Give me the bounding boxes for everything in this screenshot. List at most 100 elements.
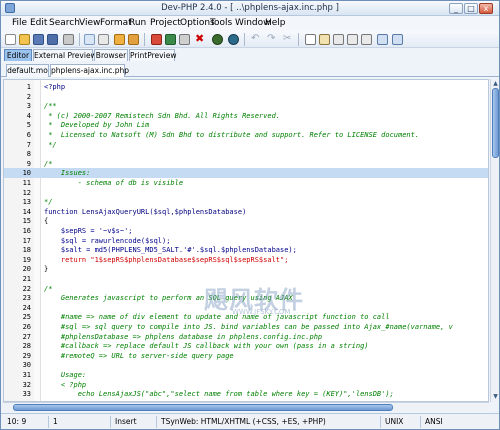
code-line[interactable]: 30	[4, 360, 488, 370]
code-line[interactable]: 11 - schema of db is visible	[4, 178, 488, 188]
toolbar-separator	[144, 33, 145, 46]
step-icon[interactable]	[228, 34, 239, 45]
menu-run[interactable]: Run	[129, 18, 146, 28]
code-line[interactable]: 1 <?php	[4, 82, 488, 92]
new-icon[interactable]	[5, 34, 16, 45]
code-line[interactable]: 27 #phplensDatabase => phplens database …	[4, 332, 488, 342]
title-bar: Dev-PHP 2.4.0 - [ ..\phplens-ajax.inc.ph…	[1, 1, 499, 16]
close-button[interactable]: x	[479, 3, 493, 14]
code-editor[interactable]: 1 <?php 2 3/** 4 * (c) 2000-2007 Remistech S…	[3, 79, 489, 402]
code-text: #callback => replace default JS callback…	[44, 342, 369, 351]
line-number: 33	[22, 390, 31, 399]
code-line[interactable]: 31 Usage:	[4, 370, 488, 380]
line-number: 16	[22, 227, 31, 235]
scroll-up-icon[interactable]: ▲	[491, 79, 499, 88]
find-next-icon[interactable]	[361, 34, 372, 45]
line-number: 7	[26, 140, 31, 149]
print-icon[interactable]	[63, 34, 74, 45]
code-text: #remoteQ => URL to server-side query pag…	[44, 351, 234, 360]
code-line[interactable]: 6 * Licensed to Natsoft (M) Sdn Bhd to d…	[4, 130, 488, 140]
code-line[interactable]: 3 /**	[4, 101, 488, 111]
horizontal-scroll-thumb[interactable]	[13, 404, 393, 411]
code-line[interactable]: 26 #sql => sql query to compile into JS.…	[4, 322, 488, 332]
goto-line-icon[interactable]	[377, 34, 388, 45]
stop-icon[interactable]: ✖	[195, 33, 206, 45]
code-line[interactable]: 18 $salt = md5(PHPLENS_MD5_SALT.'#'.$sql…	[4, 245, 488, 255]
code-line[interactable]: 7 */	[4, 140, 488, 150]
properties-icon[interactable]	[98, 34, 109, 45]
horizontal-scrollbar[interactable]	[3, 402, 489, 411]
code-text: Issues:	[44, 169, 91, 178]
undo-icon[interactable]: ↶	[251, 34, 262, 45]
run-icon[interactable]	[151, 34, 162, 45]
code-line[interactable]: 15 {	[4, 216, 488, 226]
debug-icon[interactable]	[165, 34, 176, 45]
line-number: 9	[26, 159, 31, 168]
bug-icon[interactable]	[212, 34, 223, 45]
vertical-scrollbar[interactable]: ▲ ▼	[490, 79, 499, 402]
code-line[interactable]: 8	[4, 149, 488, 159]
code-text: * (c) 2000-2007 Remistech Sdn Bhd. All R…	[44, 111, 281, 120]
menu-help[interactable]: Help	[265, 18, 286, 28]
tab-external-preview[interactable]: External Preview	[33, 49, 97, 61]
menu-project[interactable]: Project	[150, 18, 181, 28]
save-all-icon[interactable]	[47, 34, 58, 45]
maximize-button[interactable]: □	[464, 3, 478, 14]
close-file-icon[interactable]	[84, 34, 95, 45]
code-line[interactable]: 14 function LensAjaxQueryURL($sql,$phplen…	[4, 207, 488, 217]
menu-edit[interactable]: Edit	[30, 18, 47, 28]
line-number: 12	[22, 188, 31, 197]
tab-printpreview[interactable]: PrintPreview	[129, 49, 176, 61]
menu-search[interactable]: Search	[49, 18, 80, 28]
syntax-mode: TSynWeb: HTML/XHTML (+CSS, +ES, +PHP)	[157, 416, 381, 428]
file-tab-phplens-ajax[interactable]: phplens-ajax.inc.php	[50, 64, 129, 77]
cut-icon[interactable]: ✂	[283, 34, 294, 45]
copy-icon[interactable]	[305, 34, 316, 45]
code-line[interactable]: 2	[4, 92, 488, 102]
file-tab-default[interactable]: default.mo	[6, 64, 49, 77]
menu-view[interactable]: View	[79, 18, 100, 28]
code-text: - schema of db is visible	[44, 179, 184, 187]
scroll-down-icon[interactable]: ▼	[491, 392, 499, 401]
menu-file[interactable]: File	[12, 18, 27, 28]
code-line[interactable]: 29 #remoteQ => URL to server-side query …	[4, 351, 488, 361]
line-number: 26	[22, 323, 31, 331]
code-line[interactable]: 13 */	[4, 197, 488, 207]
window-title: Dev-PHP 2.4.0 - [ ..\phplens-ajax.inc.ph…	[161, 3, 339, 13]
open-icon[interactable]	[19, 34, 30, 45]
toolbar: ✖ ↶ ↷ ✂	[1, 31, 499, 48]
code-line[interactable]: 12	[4, 188, 488, 198]
replace-icon[interactable]	[347, 34, 358, 45]
code-line[interactable]: 20}	[4, 264, 488, 274]
tools-icon[interactable]	[128, 34, 139, 45]
code-line[interactable]: 32 < ?php	[4, 380, 488, 390]
code-line[interactable]: 17 $sql = rawurlencode($sql);	[4, 236, 488, 246]
line-number: 8	[26, 150, 31, 159]
vertical-scroll-thumb[interactable]	[492, 88, 499, 158]
redo-icon[interactable]: ↷	[267, 34, 278, 45]
code-line[interactable]: 4 * (c) 2000-2007 Remistech Sdn Bhd. All…	[4, 111, 488, 121]
code-line[interactable]: 33 echo LensAjaxJS("abc","select name fr…	[4, 389, 488, 399]
tab-browser[interactable]: Browser	[94, 49, 128, 61]
tab-editor[interactable]: Editor	[4, 49, 32, 61]
menu-format[interactable]: Format	[100, 18, 132, 28]
save-icon[interactable]	[33, 34, 44, 45]
line-number: 22	[22, 284, 31, 293]
compile-icon[interactable]	[179, 34, 190, 45]
code-line[interactable]: 16 $sepRS = '~v$s~';	[4, 226, 488, 236]
code-line[interactable]: 9 /*	[4, 159, 488, 169]
code-line[interactable]: 10 Issues:	[4, 168, 488, 179]
minimize-button[interactable]: _	[449, 3, 463, 14]
code-line[interactable]: 5 * Developed by John Lim	[4, 120, 488, 130]
find-icon[interactable]	[333, 34, 344, 45]
code-line[interactable]: 28 #callback => replace default JS callb…	[4, 341, 488, 351]
menu-tools[interactable]: Tools	[210, 18, 232, 28]
edit-icon[interactable]	[114, 34, 125, 45]
line-number: 32	[22, 380, 31, 389]
code-line[interactable]: 19 return "1$sepRS$phplensDatabase$sepRS…	[4, 255, 488, 265]
bookmark-icon[interactable]	[392, 34, 403, 45]
code-text: /**	[44, 102, 57, 111]
line-number: 30	[22, 361, 31, 370]
paste-icon[interactable]	[319, 34, 330, 45]
code-text: < ?php	[44, 380, 87, 389]
